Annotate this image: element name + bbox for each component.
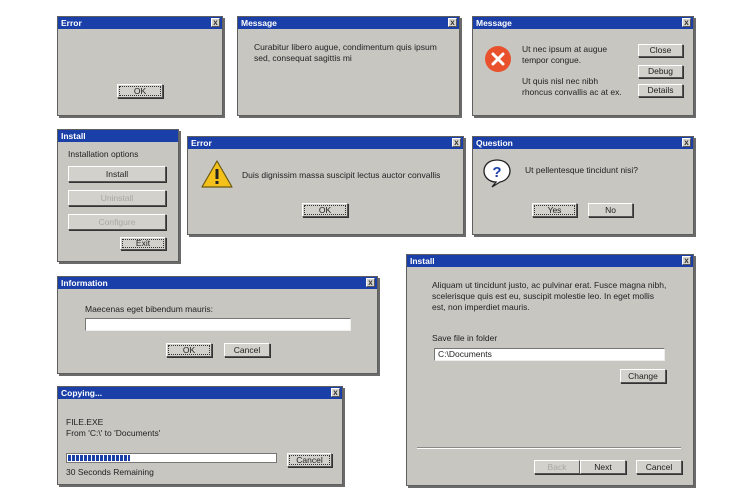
window-title: Copying...: [61, 388, 103, 398]
cancel-button[interactable]: Cancel: [636, 460, 682, 474]
close-icon[interactable]: x: [448, 18, 457, 27]
debug-button[interactable]: Debug: [638, 65, 683, 78]
back-button[interactable]: Back: [534, 460, 580, 474]
title-bar: Information x: [58, 277, 377, 289]
title-bar: Error x: [58, 17, 222, 29]
title-bar: Install: [58, 130, 178, 142]
title-bar: Message x: [473, 17, 693, 29]
text-input[interactable]: [85, 318, 351, 331]
time-remaining: 30 Seconds Remaining: [66, 467, 154, 477]
copy-path: From 'C:\' to 'Documents': [66, 428, 161, 438]
information-dialog: Information x Maecenas eget bibendum mau…: [57, 276, 378, 374]
close-icon[interactable]: x: [366, 278, 375, 287]
close-icon[interactable]: x: [452, 138, 461, 147]
section-heading: Installation options: [68, 149, 139, 159]
no-button[interactable]: No: [588, 203, 633, 217]
close-icon[interactable]: x: [682, 256, 691, 265]
close-icon[interactable]: x: [211, 18, 220, 27]
uninstall-button[interactable]: Uninstall: [68, 190, 166, 206]
title-bar: Copying... x: [58, 387, 342, 399]
question-icon: ?: [483, 159, 511, 188]
ok-button[interactable]: OK: [166, 343, 212, 357]
configure-button[interactable]: Configure: [68, 214, 166, 230]
close-button[interactable]: Close: [638, 44, 683, 57]
divider: [417, 447, 681, 449]
error-text: Duis dignissim massa suscipit lectus auc…: [242, 170, 441, 180]
window-title: Install: [410, 256, 435, 266]
details-button[interactable]: Details: [638, 84, 683, 97]
change-button[interactable]: Change: [620, 369, 666, 383]
install-options-dialog: Install Installation options Install Uni…: [57, 129, 179, 262]
title-bar: Message x: [238, 17, 459, 29]
warning-icon: [201, 160, 233, 188]
title-bar: Install x: [407, 255, 693, 267]
window-title: Message: [241, 18, 277, 28]
file-name: FILE.EXE: [66, 417, 104, 427]
error-dialog-2: Error x Duis dignissim massa suscipit le…: [187, 136, 464, 235]
close-icon[interactable]: x: [682, 18, 691, 27]
install-description: Aliquam ut tincidunt justo, ac pulvinar …: [432, 280, 667, 312]
message-text-2: Ut quis nisl nec nibh rhoncus convallis …: [522, 76, 622, 97]
svg-text:?: ?: [492, 164, 501, 181]
yes-button[interactable]: Yes: [532, 203, 577, 217]
ok-button[interactable]: OK: [117, 84, 163, 98]
window-title: Error: [61, 18, 82, 28]
title-bar: Error x: [188, 137, 463, 149]
copying-dialog: Copying... x FILE.EXE From 'C:\' to 'Doc…: [57, 386, 343, 485]
error-x-icon: [485, 46, 511, 72]
question-text: Ut pellentesque tincidunt nisi?: [525, 165, 638, 175]
cancel-button[interactable]: Cancel: [224, 343, 270, 357]
ok-button[interactable]: OK: [302, 203, 348, 217]
message-dialog-2: Message x Ut nec ipsum at augue tempor c…: [472, 16, 694, 116]
error-dialog-1: Error x OK: [57, 16, 223, 116]
window-title: Error: [191, 138, 212, 148]
window-title: Information: [61, 278, 108, 288]
message-text: Curabitur libero augue, condimentum quis…: [254, 42, 437, 63]
window-title: Install: [61, 131, 86, 141]
close-icon[interactable]: x: [682, 138, 691, 147]
window-title: Question: [476, 138, 513, 148]
close-icon[interactable]: x: [331, 388, 340, 397]
message-dialog-1: Message x Curabitur libero augue, condim…: [237, 16, 460, 116]
progress-fill: [68, 455, 131, 461]
cancel-button[interactable]: Cancel: [287, 453, 332, 467]
next-button[interactable]: Next: [580, 460, 626, 474]
exit-button[interactable]: Exit: [120, 237, 166, 250]
folder-label: Save file in folder: [432, 333, 498, 343]
title-bar: Question x: [473, 137, 693, 149]
folder-path-input[interactable]: C:\Documents: [434, 348, 665, 361]
window-title: Message: [476, 18, 512, 28]
message-text-1: Ut nec ipsum at augue tempor congue.: [522, 44, 608, 65]
install-button[interactable]: Install: [68, 166, 166, 182]
install-folder-dialog: Install x Aliquam ut tincidunt justo, ac…: [406, 254, 694, 486]
input-label: Maecenas eget bibendum mauris:: [85, 304, 214, 314]
progress-bar: [66, 453, 277, 463]
question-dialog: Question x ? Ut pellentesque tincidunt n…: [472, 136, 694, 235]
